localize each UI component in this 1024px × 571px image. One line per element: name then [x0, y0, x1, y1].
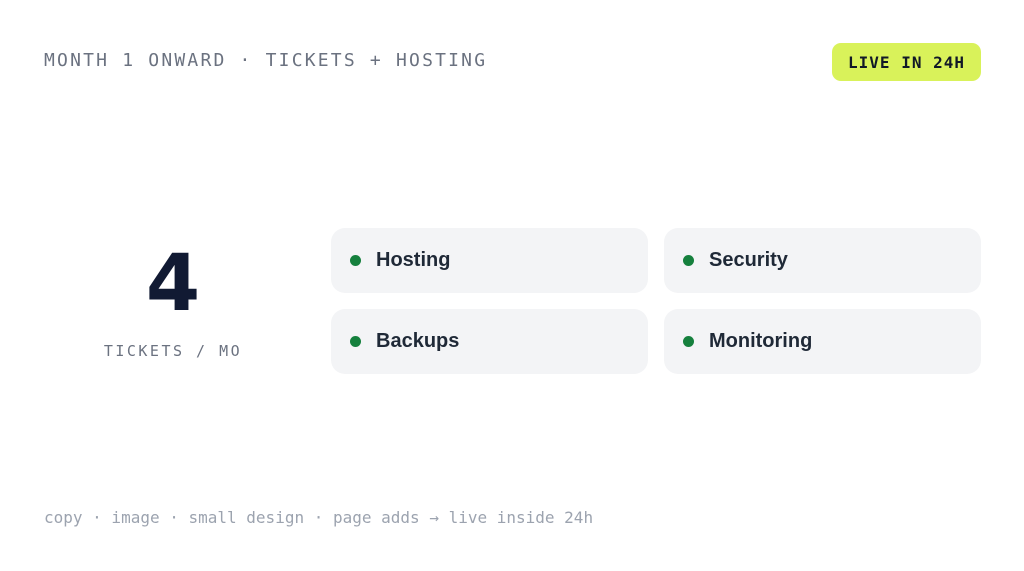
- status-dot-icon: [350, 336, 361, 347]
- footer-note: copy · image · small design · page adds …: [44, 508, 594, 527]
- status-dot-icon: [350, 255, 361, 266]
- feature-card-monitoring: Monitoring: [664, 309, 981, 374]
- feature-card-security: Security: [664, 228, 981, 293]
- status-dot-icon: [683, 336, 694, 347]
- page-eyebrow: MONTH 1 ONWARD · TICKETS + HOSTING: [44, 50, 488, 71]
- feature-card-backups: Backups: [331, 309, 648, 374]
- live-badge: LIVE IN 24H: [832, 43, 981, 81]
- feature-label: Backups: [376, 330, 460, 352]
- stat-number: 4: [145, 239, 201, 329]
- feature-label: Hosting: [376, 249, 451, 271]
- stat-label: TICKETS / MO: [103, 342, 243, 360]
- feature-label: Monitoring: [709, 330, 813, 352]
- tickets-stat: 4 TICKETS / MO: [88, 240, 258, 360]
- feature-label: Security: [709, 249, 788, 271]
- feature-card-hosting: Hosting: [331, 228, 648, 293]
- feature-grid: Hosting Security Backups Monitoring: [331, 228, 981, 374]
- status-dot-icon: [683, 255, 694, 266]
